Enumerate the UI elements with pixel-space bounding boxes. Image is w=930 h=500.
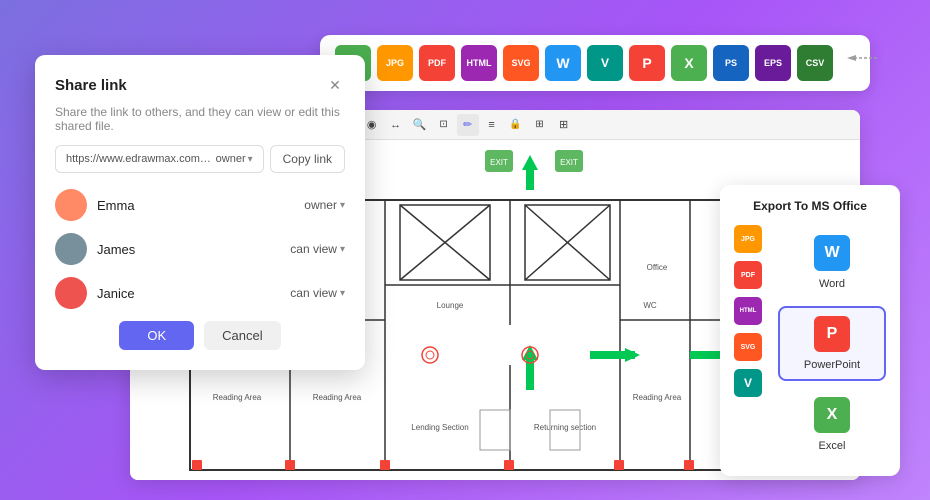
user-name-james: James [97,242,280,257]
format-ppt-btn[interactable]: P [629,45,665,81]
dialog-title: Share link [55,77,127,94]
dialog-header: Share link ✕ [55,75,345,95]
user-row-james: James can view ▾ [55,233,345,265]
side-icon-visio[interactable]: V [734,369,762,397]
powerpoint-icon: P [814,316,850,352]
link-input-container: https://www.edrawmax.com/online/fil... o… [55,145,264,173]
format-html-btn[interactable]: HTML [461,45,497,81]
export-main-area: JPG PDF HTML SVG V W Word P PowerPoint [734,225,886,462]
dialog-description: Share the link to others, and they can v… [55,105,345,133]
user-name-janice: Janice [97,286,280,301]
svg-text:Lending Section: Lending Section [411,423,468,432]
svg-text:Reading Area: Reading Area [313,393,362,402]
chevron-down-icon: ▾ [248,154,253,165]
side-icon-jpg[interactable]: JPG [734,225,762,253]
toolbar-more-icon[interactable]: ⊞ [553,114,575,136]
svg-text:Office: Office [647,263,668,272]
toolbar-zoom-icon[interactable]: 🔍 [409,114,431,136]
svg-text:EXIT: EXIT [490,158,508,167]
format-ps-btn[interactable]: PS [713,45,749,81]
link-role-badge: owner ▾ [216,153,253,165]
format-word-btn[interactable]: W [545,45,581,81]
link-url-text: https://www.edrawmax.com/online/fil... [66,153,212,165]
avatar-james [55,233,87,265]
export-format-toolbar: TIFF JPG PDF HTML SVG W V P X PS EPS CSV [320,35,870,91]
format-jpg-btn[interactable]: JPG [377,45,413,81]
svg-text:Returning section: Returning section [534,423,596,432]
excel-label: Excel [819,440,846,452]
avatar-janice [55,277,87,309]
cancel-button[interactable]: Cancel [204,321,280,350]
toolbar-pen-icon[interactable]: ✏ [457,114,479,136]
side-icon-svg[interactable]: SVG [734,333,762,361]
export-items: W Word P PowerPoint X Excel [778,225,886,462]
toolbar-list-icon[interactable]: ≡ [481,114,503,136]
user-name-emma: Emma [97,198,294,213]
word-label: Word [819,278,845,290]
chevron-down-icon: ▾ [340,200,345,211]
export-word-item[interactable]: W Word [778,225,886,300]
share-dialog: Share link ✕ Share the link to others, a… [35,55,365,370]
format-pdf-btn[interactable]: PDF [419,45,455,81]
export-excel-item[interactable]: X Excel [778,387,886,462]
excel-icon: X [814,397,850,433]
avatar-emma [55,189,87,221]
export-side-icons: JPG PDF HTML SVG V [734,225,762,462]
export-powerpoint-item[interactable]: P PowerPoint [778,306,886,381]
close-button[interactable]: ✕ [325,75,345,95]
svg-text:Reading Area: Reading Area [213,393,262,402]
user-role-emma[interactable]: owner ▾ [304,198,345,212]
side-icon-pdf[interactable]: PDF [734,261,762,289]
format-xls-btn[interactable]: X [671,45,707,81]
svg-text:EXIT: EXIT [560,158,578,167]
toolbar-lock-icon[interactable]: 🔒 [505,114,527,136]
chevron-down-icon: ▾ [340,288,345,299]
arrow-indicator [842,48,882,73]
toolbar-arrow2-icon[interactable]: ↔ [385,114,407,136]
user-row-janice: Janice can view ▾ [55,277,345,309]
user-role-janice[interactable]: can view ▾ [290,286,345,300]
user-role-james[interactable]: can view ▾ [290,242,345,256]
chevron-down-icon: ▾ [340,244,345,255]
svg-text:Reading Area: Reading Area [633,393,682,402]
user-row-emma: Emma owner ▾ [55,189,345,221]
svg-text:Lounge: Lounge [437,301,464,310]
side-icon-html[interactable]: HTML [734,297,762,325]
format-eps-btn[interactable]: EPS [755,45,791,81]
format-visio-btn[interactable]: V [587,45,623,81]
dialog-actions: OK Cancel [55,321,345,350]
powerpoint-label: PowerPoint [804,359,860,371]
toolbar-grid-icon[interactable]: ⊞ [529,114,551,136]
svg-text:WC: WC [643,301,657,310]
format-csv-btn[interactable]: CSV [797,45,833,81]
word-icon: W [814,235,850,271]
ok-button[interactable]: OK [119,321,194,350]
format-svg-btn[interactable]: SVG [503,45,539,81]
copy-link-button[interactable]: Copy link [270,145,345,173]
toolbar-fit-icon[interactable]: ⊡ [433,114,455,136]
export-ms-office-panel: Export To MS Office JPG PDF HTML SVG V W… [720,185,900,476]
export-panel-title: Export To MS Office [734,199,886,213]
link-row: https://www.edrawmax.com/online/fil... o… [55,145,345,173]
